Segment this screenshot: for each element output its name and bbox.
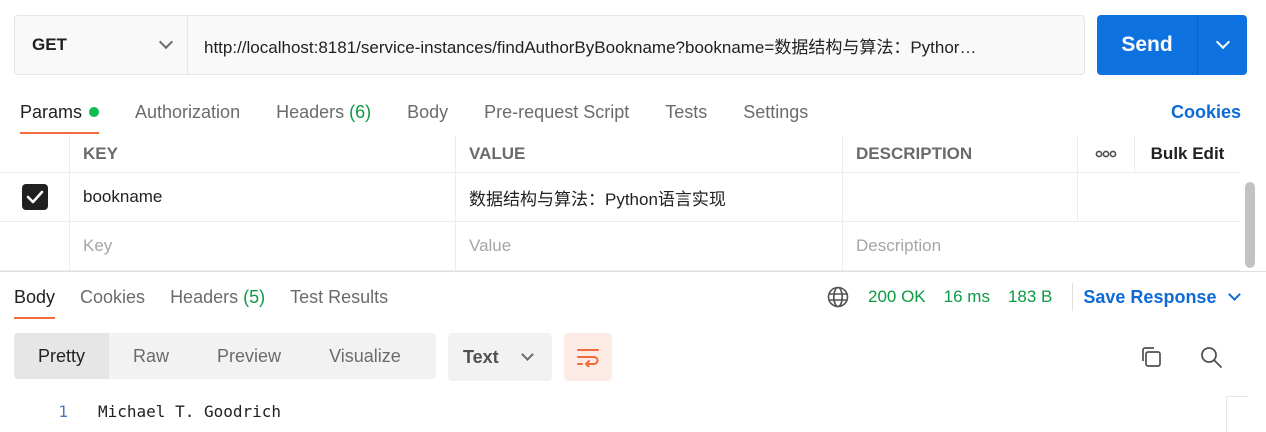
request-tabs: Params Authorization Headers (6) Body Pr… [20,90,844,136]
tab-body[interactable]: Body [407,90,448,134]
tab-label: Test Results [290,286,389,307]
method-label: GET [32,35,67,54]
header-description: DESCRIPTION [843,135,1078,172]
format-select[interactable]: Text [448,333,552,381]
send-button-group: Send [1097,15,1247,75]
view-mode-selector: Pretty Raw Preview Visualize [14,333,436,379]
send-button[interactable]: Send [1097,15,1198,75]
view-pretty[interactable]: Pretty [14,333,110,379]
tab-label: Authorization [135,101,241,122]
url-input[interactable]: http://localhost:8181/service-instances/… [188,16,1084,74]
globe-icon[interactable] [826,285,850,309]
active-dot-icon [89,107,100,117]
params-scrollbar[interactable] [1245,182,1255,268]
tab-authorization[interactable]: Authorization [135,90,240,134]
chevron-down-icon [1228,287,1242,301]
param-key-cell[interactable]: bookname [70,173,456,221]
row-spacer [1135,222,1240,270]
body-scrollbar[interactable] [1226,396,1248,432]
row-check-cell [0,222,70,270]
response-time[interactable]: 16 ms [944,287,990,307]
copy-icon[interactable] [1138,344,1164,370]
tab-label: Cookies [80,286,146,307]
tab-label: Headers [170,286,239,307]
tab-pre-request-script[interactable]: Pre-request Script [484,90,629,134]
table-row: bookname 数据结构与算法：Python语言实现 [0,173,1240,222]
response-meta: 200 OK 16 ms 183 B Save Response [826,283,1242,311]
tab-test-results[interactable]: Test Results [290,275,388,319]
tab-label: Settings [743,101,809,122]
section-divider [0,271,1266,272]
response-size[interactable]: 183 B [1008,287,1052,307]
format-label: Text [463,346,499,367]
tab-headers[interactable]: Headers (6) [276,90,371,134]
send-dropdown-button[interactable] [1198,15,1247,75]
params-table: KEY VALUE DESCRIPTION Bulk Edit bookname… [0,135,1240,271]
response-body-line: 1 Michael T. Goodrich [0,396,1224,426]
key-input[interactable]: Key [70,222,456,270]
view-raw[interactable]: Raw [109,333,193,379]
table-header-row: KEY VALUE DESCRIPTION Bulk Edit [0,135,1240,173]
meta-separator [1072,283,1074,311]
header-check-cell [0,135,70,172]
save-response-label: Save Response [1083,286,1217,307]
bulk-edit-button[interactable]: Bulk Edit [1135,135,1240,172]
cookies-link[interactable]: Cookies [1171,90,1241,134]
line-number: 1 [58,401,68,421]
chevron-down-icon [1215,34,1230,50]
tab-label: Tests [665,101,708,122]
tab-params[interactable]: Params [20,90,100,134]
view-visualize[interactable]: Visualize [305,333,425,379]
method-select[interactable]: GET [15,16,188,74]
tab-response-body[interactable]: Body [14,275,56,319]
view-preview[interactable]: Preview [193,333,305,379]
row-spacer [1078,173,1135,221]
response-tabs: Body Cookies Headers (5) Test Results [14,275,413,321]
header-value: VALUE [456,135,843,172]
more-options-icon[interactable] [1078,135,1135,172]
tab-label: Body [14,286,56,307]
status-code[interactable]: 200 OK [868,287,926,307]
chevron-down-icon [521,347,534,361]
row-spacer [1135,173,1240,221]
param-description-cell[interactable] [843,173,1078,221]
wrap-lines-button[interactable] [564,333,612,381]
row-checkbox[interactable] [21,184,48,210]
value-input[interactable]: Value [456,222,843,270]
tab-label: Pre-request Script [484,101,630,122]
param-value-cell[interactable]: 数据结构与算法：Python语言实现 [456,173,843,221]
tab-settings[interactable]: Settings [743,90,808,134]
table-row-empty: Key Value Description [0,222,1240,271]
wrap-lines-icon [577,349,599,367]
chevron-down-icon [158,34,174,50]
save-response-button[interactable]: Save Response [1083,286,1242,308]
tab-count: (5) [243,286,266,307]
search-icon[interactable] [1198,344,1224,370]
tab-label: Params [20,101,83,122]
tab-tests[interactable]: Tests [665,90,707,134]
tab-label: Headers [276,101,345,122]
url-text: http://localhost:8181/service-instances/… [204,37,977,57]
description-input[interactable]: Description [843,222,1135,270]
header-key: KEY [70,135,456,172]
tab-label: Body [407,101,449,122]
request-bar: GET http://localhost:8181/service-instan… [14,15,1085,75]
check-icon [26,190,43,204]
response-body-text[interactable]: Michael T. Goodrich [98,402,281,421]
tab-count: (6) [349,101,372,122]
tab-response-headers[interactable]: Headers (5) [170,275,265,319]
tab-response-cookies[interactable]: Cookies [80,275,145,319]
row-check-cell [0,173,70,221]
